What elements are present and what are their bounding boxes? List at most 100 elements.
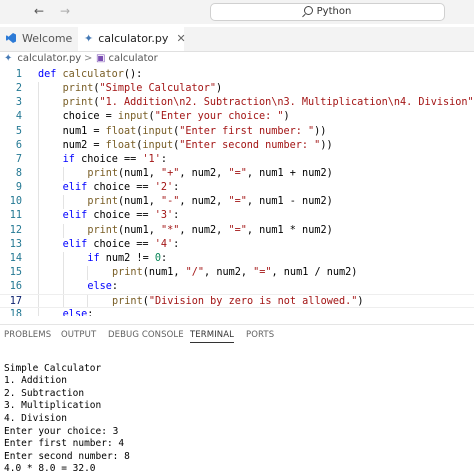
- code-token: print: [62, 83, 94, 95]
- terminal-text: 4. Division: [4, 412, 67, 424]
- tab-ports[interactable]: PORTS: [246, 330, 274, 340]
- code-token: else: [87, 281, 112, 293]
- code-line[interactable]: 14 if num2 != 0:: [0, 251, 474, 266]
- code-line[interactable]: 10 print(num1, "-", num2, "=", num1 - num…: [0, 195, 474, 210]
- code-line[interactable]: 15 print(num1, "/", num2, "=", num1 / num…: [0, 265, 474, 281]
- code-token: "=": [253, 266, 272, 278]
- code-line[interactable]: 18 else:: [0, 308, 474, 316]
- code-line[interactable]: 6 num2 = float(input("Enter second number…: [0, 138, 474, 153]
- code-line[interactable]: 1 def calculator():: [0, 68, 474, 82]
- editor-tabs: Welcome ✦ calculator.py ✕: [0, 27, 474, 52]
- code-token: "+": [160, 167, 180, 179]
- code-token: choice ==: [93, 182, 155, 194]
- code-text: print(num1, "-", num2, "=", num1 - num2): [87, 195, 332, 209]
- code-token: '3': [154, 210, 174, 222]
- breadcrumb: ✦ calculator.py > ▣ calculator: [0, 51, 474, 66]
- line-number: 18: [9, 309, 22, 316]
- code-line[interactable]: 12 print(num1, "*", num2, "=", num1 * num…: [0, 223, 474, 238]
- code-text: elif choice == '2':: [63, 181, 180, 195]
- code-token: (num1,: [142, 266, 186, 278]
- terminal-output[interactable]: Simple Calculator 1. Addition 2. Subtracti…: [4, 350, 474, 474]
- code-token: float: [105, 139, 137, 151]
- line-number: 11: [9, 210, 22, 222]
- command-center-search[interactable]: Python: [210, 3, 445, 21]
- code-token: , num2,: [179, 167, 229, 179]
- tab-label: calculator.py: [98, 32, 169, 45]
- back-arrow-icon[interactable]: ←: [34, 4, 44, 18]
- code-line-current[interactable]: 17 print("Division by zero is not allowed…: [0, 294, 474, 309]
- panel-tabs: PROBLEMS OUTPUT DEBUG CONSOLE TERMINAL P…: [0, 324, 474, 345]
- tab-calculator-py[interactable]: ✦ calculator.py ✕: [78, 27, 186, 51]
- indent-guide: [38, 96, 39, 111]
- title-bar: ← → Python: [0, 0, 474, 24]
- code-token: input: [142, 125, 174, 137]
- tab-terminal[interactable]: TERMINAL: [190, 330, 235, 343]
- code-token: "*": [160, 224, 180, 236]
- code-token: , num2,: [179, 224, 229, 236]
- breadcrumb-symbol[interactable]: ▣ calculator: [96, 51, 158, 66]
- code-token: def: [38, 69, 63, 80]
- code-token: num1 =: [62, 125, 106, 137]
- terminal-line: Enter first number: 4: [4, 438, 474, 451]
- code-token: :: [111, 281, 119, 293]
- terminal-line: 4.0 * 8.0 = 32.0: [4, 463, 474, 474]
- code-text: else:: [63, 308, 94, 316]
- forward-arrow-icon[interactable]: →: [60, 4, 70, 18]
- indent-guide: [62, 251, 64, 266]
- code-token: print: [112, 296, 143, 308]
- indent-guide: [38, 223, 39, 238]
- code-token: "Enter second number: ": [179, 139, 321, 151]
- code-editor[interactable]: 1 def calculator(): 2 print("Simple Calcula…: [0, 68, 474, 316]
- code-line[interactable]: 11 elif choice == '3':: [0, 209, 474, 224]
- code-line[interactable]: 8 print(num1, "+", num2, "=", num1 + num2…: [0, 166, 474, 182]
- code-token: (num1,: [118, 224, 161, 236]
- code-token: "=": [228, 196, 247, 208]
- code-line[interactable]: 13 elif choice == '4':: [0, 237, 474, 252]
- code-token: , num2,: [179, 196, 229, 208]
- code-line[interactable]: 7 if choice == '1':: [0, 152, 474, 167]
- code-line[interactable]: 16 else:: [0, 280, 474, 295]
- code-line[interactable]: 2 print("Simple Calculator"): [0, 82, 474, 97]
- terminal-text: Enter second number: 8: [4, 450, 130, 462]
- search-label: Python: [316, 6, 352, 17]
- code-line[interactable]: 5 num1 = float(input("Enter first number:…: [0, 124, 474, 139]
- code-token: )): [320, 139, 333, 151]
- code-text: num2 = float(input("Enter second number:…: [63, 139, 333, 153]
- terminal-line: Enter your choice: 3: [4, 426, 474, 439]
- indent-guide: [62, 295, 64, 308]
- tab-debug-console[interactable]: DEBUG CONSOLE: [108, 330, 184, 340]
- code-token: print: [112, 266, 143, 278]
- code-token: print: [62, 97, 94, 109]
- terminal-text: 3. Multiplication: [4, 400, 102, 412]
- code-line[interactable]: 3 print("1. Addition\n2. Subtraction\n3. …: [0, 96, 474, 111]
- code-token: elif: [62, 182, 94, 194]
- indent-guide: [38, 152, 39, 167]
- code-token: :: [87, 309, 94, 316]
- code-token: , num2,: [204, 266, 254, 278]
- tab-problems[interactable]: PROBLEMS: [4, 330, 51, 340]
- code-token: :: [160, 252, 168, 264]
- code-token: (num1,: [118, 167, 161, 179]
- tab-output[interactable]: OUTPUT: [61, 330, 96, 340]
- line-number: 16: [9, 281, 22, 293]
- code-text: print(num1, "*", num2, "=", num1 * num2): [87, 224, 332, 238]
- code-token: "Division by zero is not allowed.": [148, 296, 358, 308]
- breadcrumb-file[interactable]: ✦ calculator.py: [4, 51, 81, 66]
- code-text: print("1. Addition\n2. Subtraction\n3. M…: [63, 96, 474, 110]
- code-token: (num1,: [118, 196, 161, 208]
- line-number: 3: [15, 97, 22, 109]
- terminal-line: 4. Division: [4, 413, 474, 426]
- indent-guide: [38, 124, 39, 139]
- python-file-icon: ✦: [4, 53, 13, 64]
- code-token: , num1 / num2): [271, 266, 358, 278]
- code-line[interactable]: 4 choice = input("Enter your choice: "): [0, 110, 474, 125]
- line-number: 17: [9, 296, 22, 308]
- code-line[interactable]: 9 elif choice == '2':: [0, 181, 474, 196]
- code-token: "-": [160, 196, 180, 208]
- code-token: :: [173, 182, 180, 194]
- close-icon[interactable]: ✕: [176, 32, 185, 45]
- indent-guide: [62, 280, 64, 295]
- line-number: 12: [9, 224, 22, 236]
- tab-welcome[interactable]: Welcome: [0, 27, 82, 51]
- terminal-text: 4.0 * 8.0 = 32.0: [4, 463, 96, 474]
